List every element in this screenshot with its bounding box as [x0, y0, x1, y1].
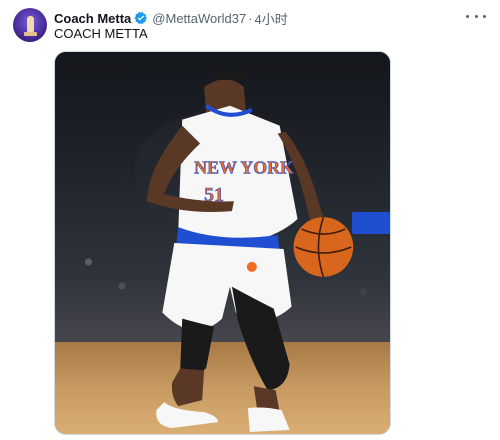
- jersey-text: NEW YORK: [194, 157, 294, 177]
- jersey-number: 51: [204, 184, 224, 206]
- tweet[interactable]: Coach Metta @MettaWorld37 · 4小时 COACH ME…: [0, 0, 500, 440]
- tweet-text: COACH METTA: [54, 26, 148, 41]
- avatar-figure-base: [24, 32, 37, 36]
- tweet-header: Coach Metta @MettaWorld37 · 4小时: [54, 9, 486, 27]
- more-options-icon[interactable]: [466, 9, 486, 23]
- more-dot: [466, 14, 469, 18]
- tweet-media-image[interactable]: NEW YORK 51: [54, 51, 391, 435]
- basketball-player-illustration: NEW YORK 51: [134, 69, 354, 433]
- more-dot: [483, 14, 486, 18]
- author-name[interactable]: Coach Metta: [54, 11, 131, 26]
- header-separator: ·: [248, 10, 253, 26]
- more-dot: [474, 14, 478, 18]
- author-handle[interactable]: @MettaWorld37: [152, 11, 246, 26]
- verified-badge-icon: [134, 11, 148, 25]
- tweet-timestamp[interactable]: 4小时: [255, 9, 288, 28]
- avatar[interactable]: [13, 8, 47, 42]
- avatar-figure: [27, 16, 34, 32]
